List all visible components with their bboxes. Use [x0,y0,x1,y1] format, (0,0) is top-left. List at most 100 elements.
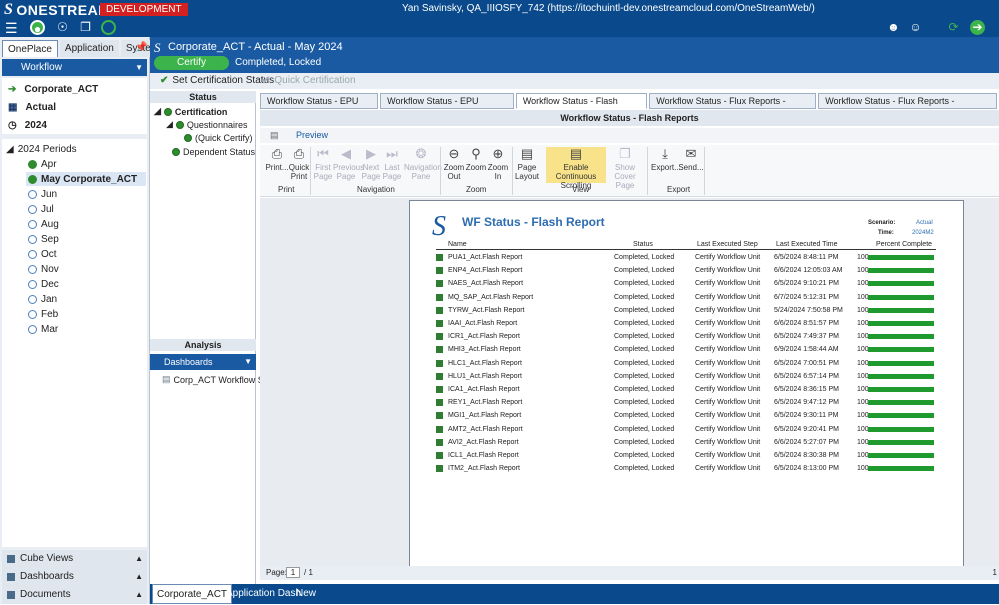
collapse-icon[interactable]: ◢ [166,119,173,130]
compass-icon: ❂ [415,146,427,161]
quick-print-button[interactable]: ⎙ Quick Print [286,147,312,182]
period-feb[interactable]: Feb [28,309,58,320]
percent-bar [868,347,934,353]
footer-tab-corporate-act[interactable]: Corporate_ACT [152,584,233,604]
cell-time: 6/9/2024 1:58:44 AM [774,346,839,354]
quick-certification-button[interactable]: ✔ Quick Certification [262,75,356,86]
pin-icon[interactable]: 📌 [135,42,147,53]
period-apr[interactable]: Apr [28,159,57,170]
status-item-certification[interactable]: ◢ Certification [154,106,227,117]
tab-oneplace[interactable]: OnePlace [2,40,58,57]
table-row: AMT2_Act.Flash Report Completed, Locked Ce… [436,424,936,436]
cell-status: Completed, Locked [614,346,675,354]
set-certification-status-button[interactable]: ✔ Set Certification Status [160,75,274,86]
continuous-scrolling-button[interactable]: ▤ Enable Continuous Scrolling [546,147,606,190]
user-icon[interactable]: ☻ [886,20,901,35]
cell-status: Completed, Locked [614,425,675,433]
circle-icon[interactable] [101,20,116,35]
certification-toolbar: ✔ Set Certification Status ✔ Quick Certifi… [150,73,999,89]
period-oct[interactable]: Oct [28,249,57,260]
status-ok-icon [436,399,443,407]
periods-tree: ◢ 2024 Periods Apr May Corporate_ACT Jun … [2,139,147,547]
expand-icon[interactable]: ◢ [6,144,14,155]
page-layout-button[interactable]: ▤ Page Layout [513,146,541,182]
table-row: ENP4_Act.Flash Report Completed, Locked Ce… [436,265,936,277]
table-row: AVI2_Act.Flash Report Completed, Locked Ce… [436,437,936,449]
workflow-selector[interactable]: Workflow ▼ [2,59,147,76]
accordion-cube-views[interactable]: Cube Views ▲ [2,550,147,568]
period-sep[interactable]: Sep [28,234,59,245]
pov-entity[interactable]: ➔ Corporate_ACT [8,84,98,95]
tree-root-periods[interactable]: ◢ 2024 Periods [6,144,77,155]
logout-icon[interactable]: ➔ [970,20,985,35]
left-navigation-pane: OnePlace Application System 📌 Workflow ▼… [0,37,165,604]
tab-flux-divisions[interactable]: Workflow Status - Flux Reports - Divisio… [649,93,817,121]
status-ok-icon [436,333,443,341]
home-icon[interactable]: ● [30,20,45,36]
tab-epu-ifrs[interactable]: Workflow Status - EPU IFRS [260,93,379,121]
zoom-in-button[interactable]: ⊕ Zoom In [485,147,511,182]
top-bar: S ONESTREAM DEVELOPMENT Yan Savinsky, QA_… [0,0,999,18]
status-item-quick-certify[interactable]: (Quick Certify) [184,133,253,143]
completed-icon [184,134,192,142]
table-row: IAAI_Act.Flash Report Completed, Locked Ce… [436,318,936,330]
accordion-documents[interactable]: Documents ▲ [2,586,147,604]
cell-time: 6/7/2024 5:12:31 PM [774,293,839,301]
cell-status: Completed, Locked [614,399,675,407]
cell-name: TYRW_Act.Flash Report [448,306,525,314]
pov-scenario[interactable]: ▦ Actual [8,102,56,113]
collapse-icon[interactable]: ◢ [154,106,161,117]
navigation-pane-button[interactable]: ❂ Navigation Pane [404,146,442,182]
user-settings-icon[interactable]: ☺ [908,20,923,35]
period-nov[interactable]: Nov [28,264,59,275]
show-cover-page-button[interactable]: ❐ Show Cover Page [607,147,643,191]
tab-application[interactable]: Application [59,40,119,57]
refresh-icon[interactable]: ⟳ [946,20,961,35]
cell-status: Completed, Locked [614,412,675,420]
period-may[interactable]: May Corporate_ACT [26,172,146,186]
previous-page-button[interactable]: ◀ Previous Page [333,147,364,182]
footer-tab-new[interactable]: New [292,584,320,604]
period-jan[interactable]: Jan [28,294,57,305]
cell-step: Certify Workflow Unit [695,452,761,459]
percent-bar [868,439,934,445]
tab-epu-usgaap[interactable]: Workflow Status - EPU USGAAP [380,93,514,121]
globe-icon[interactable]: ☉ [55,20,70,35]
hamburger-menu-icon[interactable]: ☰ [5,21,18,35]
page-number-input[interactable]: 1 [286,567,300,578]
documents-icon[interactable]: ❐ [78,20,93,35]
sidebar-toggle-icon[interactable]: ▤ [270,130,279,141]
send-button[interactable]: ✉ Send... [678,147,704,173]
tab-flux-subsidiaries[interactable]: Workflow Status - Flux Reports - Subsidi… [818,93,997,121]
preview-tab[interactable]: Preview [296,130,328,140]
cell-time: 6/5/2024 6:57:14 PM [774,372,839,380]
page-layout-icon: ▤ [520,146,534,161]
cell-name: ICL1_Act.Flash Report [448,452,519,459]
period-jul[interactable]: Jul [28,204,54,215]
workflow-title: Corporate_ACT - Actual - May 2024 [168,41,343,53]
certify-step-badge[interactable]: Certify [154,56,229,70]
dashboard-tabs: Workflow Status - EPU IFRS Workflow Stat… [260,93,999,121]
last-page-button[interactable]: ⏭ Last Page [379,147,405,182]
tab-flash-reports[interactable]: Workflow Status - Flash Reports [515,93,648,121]
table-row: HLU1_Act.Flash Report Completed, Locked Ce… [436,371,936,383]
table-row: MHI3_Act.Flash Report Completed, Locked Ce… [436,344,936,356]
cell-percent: 100 [857,254,869,261]
cell-time: 6/5/2024 9:30:11 PM [774,412,839,420]
export-button[interactable]: ⤓ Export... [651,147,681,173]
completed-icon [28,174,37,184]
percent-bar [868,268,934,274]
cell-status: Completed, Locked [614,386,675,393]
status-ok-icon [436,452,443,459]
footer-tabs: Corporate_ACT Application Dash New [150,584,999,604]
status-item-questionnaires[interactable]: ◢ Questionnaires [166,119,247,130]
period-mar[interactable]: Mar [28,324,58,335]
pov-year[interactable]: ◷ 2024 [8,120,47,131]
status-item-dependent[interactable]: Dependent Status [172,147,255,157]
period-aug[interactable]: Aug [28,219,59,230]
accordion-dashboards[interactable]: Dashboards ▲ [2,568,147,586]
cell-status: Completed, Locked [614,465,675,473]
dashboards-selector[interactable]: Dashboards ▼ [150,354,256,370]
period-dec[interactable]: Dec [28,279,59,290]
period-jun[interactable]: Jun [28,189,57,200]
